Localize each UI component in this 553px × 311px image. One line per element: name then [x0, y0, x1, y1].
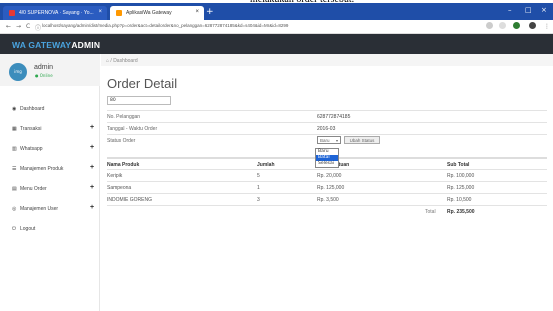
expand-plus-icon[interactable]: + — [90, 124, 94, 131]
sidebar-item-manajemen-produk[interactable]: ☰ Manajemen Produk + — [0, 162, 100, 176]
cell-subtotal: Rp. 125,000 — [447, 185, 475, 191]
cell-jumlah: 1 — [257, 185, 260, 191]
tab-close-icon[interactable]: × — [98, 9, 102, 15]
page-title: Order Detail — [107, 76, 178, 91]
app-navbar: WA GATEWAYADMIN — [0, 34, 553, 54]
transaksi-icon: ▦ — [12, 126, 17, 132]
url-input[interactable]: localhost/sayang/admin/dist/media.php?p=… — [42, 23, 432, 28]
cell-nama: INDOMIE GORENG — [107, 197, 153, 203]
dashboard-icon: ◉ — [12, 106, 17, 112]
tab-favicon-icon — [9, 10, 15, 16]
table-row: Sampeona 1 Rp. 125,000 Rp. 125,000 — [107, 181, 547, 193]
sidebar-item-label: Manajemen User — [20, 206, 59, 212]
info-key: No. Pelanggan — [107, 114, 141, 120]
user-panel: img admin ● Online — [0, 54, 100, 86]
new-tab-button[interactable]: + — [206, 7, 214, 17]
cell-harga: Rp. 125,000 — [317, 185, 345, 191]
list-icon: ☰ — [12, 166, 17, 172]
info-value: 2016-03 — [317, 126, 336, 132]
status-dropdown-list[interactable]: Baru Batal Selesai — [315, 148, 339, 168]
tab-close-icon[interactable]: × — [195, 9, 199, 15]
order-icon: ▤ — [12, 186, 17, 192]
sidebar-item-whatsapp[interactable]: ▥ Whatsapp + — [0, 142, 100, 156]
cell-subtotal: Rp. 10,500 — [447, 197, 472, 203]
info-row-tanggal: Tanggal - Waktu Order 2016-03 — [107, 122, 547, 134]
tab-label: 4/0 SUPERNOVA · Sayang · Yo... — [19, 10, 94, 16]
bookmark-star-icon[interactable] — [499, 22, 506, 29]
sidebar-item-logout[interactable]: ⏻ Logout — [0, 222, 100, 236]
back-icon[interactable]: ← — [6, 23, 11, 30]
table-row: INDOMIE GORENG 3 Rp. 3,500 Rp. 10,500 — [107, 193, 547, 205]
tab-label: AplikasiWa Gateway — [126, 10, 172, 16]
user-status: ● Online — [35, 73, 53, 78]
total-value: Rp. 235,500 — [447, 209, 475, 215]
status-selected-value: Baru — [320, 138, 330, 143]
avatar: img — [9, 63, 27, 81]
cell-subtotal: Rp. 100,000 — [447, 173, 475, 179]
sidebar-item-menu-order[interactable]: ▤ Menu Order + — [0, 182, 100, 196]
table-header-jumlah: Jumlah — [257, 157, 317, 169]
cell-jumlah: 3 — [257, 197, 260, 203]
browser-tabbar: 4/0 SUPERNOVA · Sayang · Yo... × Aplikas… — [0, 3, 553, 20]
browser-tab-2[interactable]: AplikasiWa Gateway × — [110, 6, 204, 20]
user-icon: ◎ — [12, 206, 17, 212]
window-close-button[interactable]: × — [541, 6, 547, 14]
main-content: ⌂ / Dashboard Order Detail 80 No. Pelang… — [101, 54, 553, 311]
cell-harga: Rp. 20,000 — [317, 173, 342, 179]
info-row-pelanggan: No. Pelanggan 628772874185 — [107, 110, 547, 122]
order-number-field[interactable]: 80 — [107, 96, 171, 105]
sidebar-item-label: Logout — [20, 226, 36, 232]
expand-plus-icon[interactable]: + — [90, 144, 94, 151]
breadcrumb[interactable]: ⌂ / Dashboard — [101, 54, 553, 66]
sidebar-item-dashboard[interactable]: ◉ Dashboard — [0, 102, 100, 116]
total-label: Total — [425, 209, 436, 215]
cell-jumlah: 5 — [257, 173, 260, 179]
cell-harga: Rp. 3,500 — [317, 197, 339, 203]
expand-plus-icon[interactable]: + — [90, 184, 94, 191]
info-row-status: Status Order Baru ▾ Ubah Status — [107, 134, 547, 146]
chevron-down-icon: ▾ — [335, 138, 338, 143]
logout-icon: ⏻ — [12, 226, 16, 232]
tab-favicon-icon — [116, 10, 122, 16]
app-brand[interactable]: WA GATEWAYADMIN — [12, 40, 100, 50]
sidebar-item-label: Menu Order — [20, 186, 47, 192]
status-select[interactable]: Baru ▾ — [317, 136, 341, 144]
sidebar-item-label: Whatsapp — [20, 146, 43, 152]
maximize-button[interactable]: □ — [525, 6, 532, 14]
ubah-status-button[interactable]: Ubah Status — [344, 136, 380, 144]
reload-icon[interactable]: C — [26, 23, 30, 30]
expand-plus-icon[interactable]: + — [90, 204, 94, 211]
info-value: 628772874185 — [317, 114, 351, 120]
whatsapp-icon: ▥ — [12, 146, 17, 152]
cell-nama: Sampeona — [107, 185, 132, 191]
sidebar: img admin ● Online ◉ Dashboard ▦ Transak… — [0, 54, 100, 311]
status-option-selesai[interactable]: Selesai — [316, 161, 338, 167]
extension-icon[interactable] — [513, 22, 520, 29]
cell-nama: Keripik — [107, 173, 123, 179]
forward-icon[interactable]: → — [16, 23, 21, 30]
browser-tab-1[interactable]: 4/0 SUPERNOVA · Sayang · Yo... × — [3, 6, 107, 20]
sidebar-item-label: Transaksi — [20, 126, 42, 132]
table-header-nama: Nama Produk — [107, 157, 257, 169]
table-row: Keripik 5 Rp. 20,000 Rp. 100,000 — [107, 169, 547, 181]
site-info-icon[interactable]: ⓘ — [35, 23, 41, 32]
sidebar-item-transaksi[interactable]: ▦ Transaksi + — [0, 122, 100, 136]
expand-plus-icon[interactable]: + — [90, 164, 94, 171]
user-name: admin — [34, 64, 54, 71]
table-header-subtotal: Sub Total — [447, 157, 547, 169]
minimize-button[interactable]: – — [508, 6, 512, 14]
info-key: Tanggal - Waktu Order — [107, 126, 158, 132]
menu-kebab-icon[interactable]: ⋮ — [544, 23, 550, 30]
table-total-row: Total Rp. 235,500 — [107, 205, 547, 217]
address-bar: ← → C ⓘ localhost/sayang/admin/dist/medi… — [0, 20, 553, 34]
sidebar-item-label: Dashboard — [20, 106, 45, 112]
sidebar-item-label: Manajemen Produk — [20, 166, 64, 172]
zoom-icon[interactable] — [486, 22, 493, 29]
profile-icon[interactable] — [529, 22, 536, 29]
brand-prefix: WA GATEWAY — [12, 40, 72, 50]
sidebar-item-manajemen-user[interactable]: ◎ Manajemen User + — [0, 202, 100, 216]
brand-suffix: ADMIN — [71, 40, 101, 50]
info-key: Status Order — [107, 138, 136, 144]
